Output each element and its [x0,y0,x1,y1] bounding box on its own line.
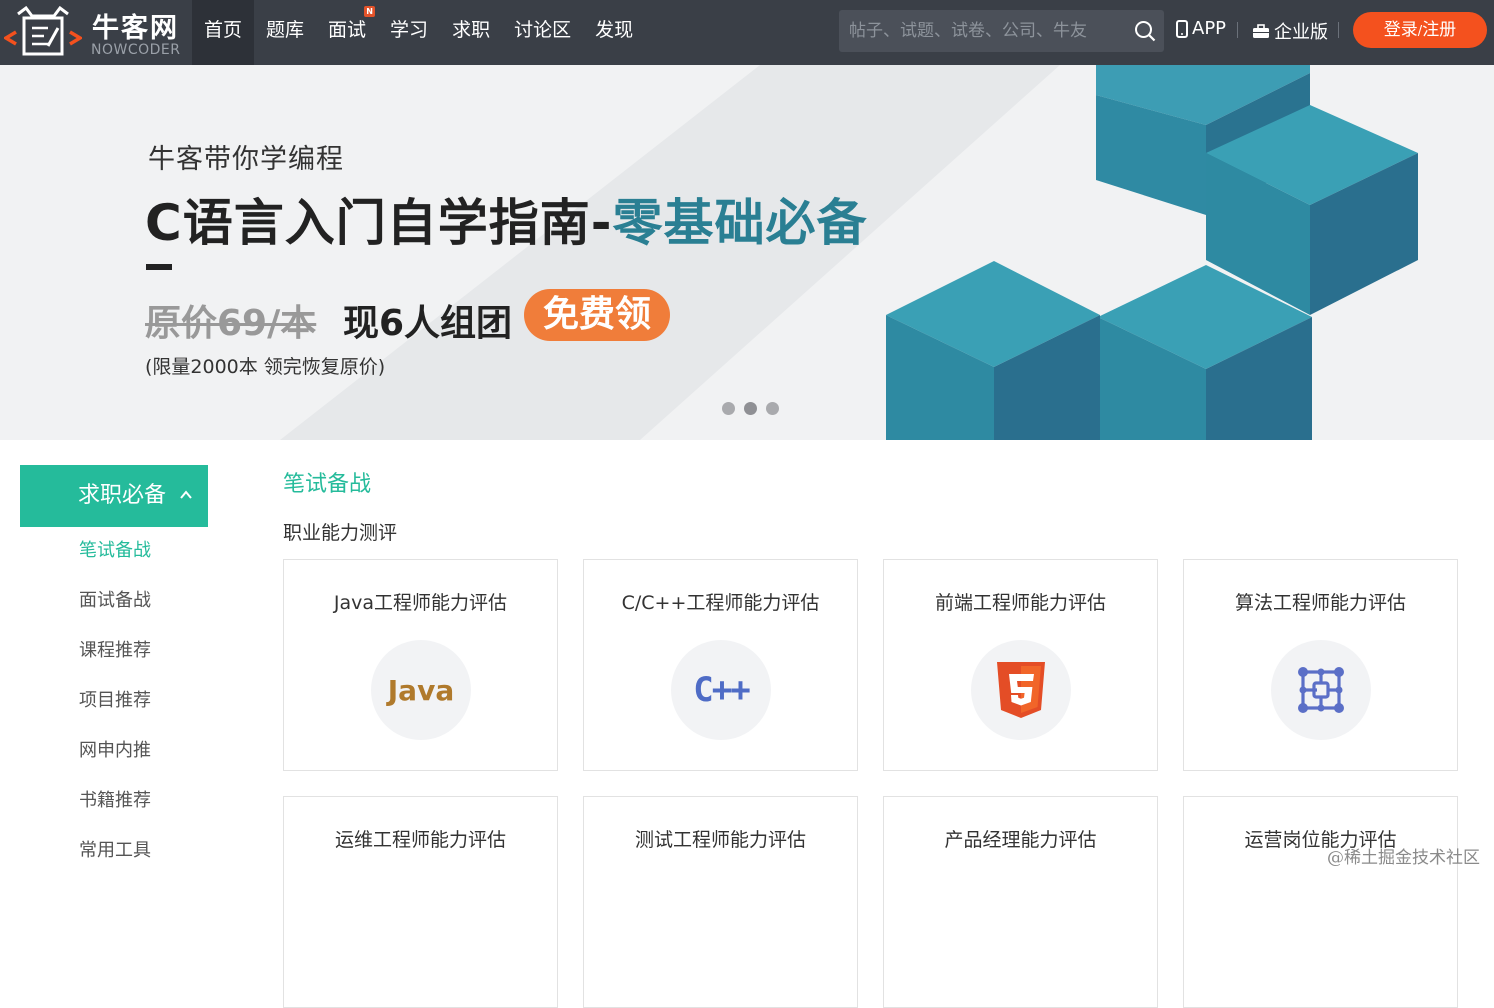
sidebar-item-courses[interactable]: 课程推荐 [79,630,151,680]
java-icon: Java [387,673,455,707]
nav-separator [1237,22,1238,38]
card-icon-circle: Java [371,640,471,740]
nav-item-learn[interactable]: 学习 [378,0,440,65]
top-nav: 牛客网 NOWCODER 首页 题库 面试N 学习 求职 讨论区 发现 APP … [0,0,1494,65]
card-cpp-assessment[interactable]: C/C++工程师能力评估 C++ [583,559,858,771]
main-nav-menu: 首页 题库 面试 N 学习 求职 讨论区 发现 [192,0,645,65]
card-operations-assessment[interactable]: 运营岗位能力评估 [1183,796,1458,1008]
mobile-phone-icon [1176,19,1188,38]
briefcase-icon [1253,23,1269,38]
sidebar-item-referral[interactable]: 网申内推 [79,730,151,780]
card-title: 测试工程师能力评估 [634,829,806,851]
nav-item-home[interactable]: 首页 [192,0,255,65]
sidebar-header-job-essentials[interactable]: 求职必备 [20,465,208,527]
carousel-dots [722,402,779,415]
card-title: C/C++工程师能力评估 [621,592,820,614]
banner-note: (限量2000本 领完恢复原价) [145,356,386,378]
card-icon-circle [1271,640,1371,740]
sidebar-item-books[interactable]: 书籍推荐 [79,780,151,830]
banner-free-button[interactable]: 免费领 [524,289,670,341]
card-icon-circle: C++ [671,640,771,740]
card-qa-assessment[interactable]: 测试工程师能力评估 [583,796,858,1008]
new-badge: N [364,6,376,17]
section-title: 笔试备战 [283,472,372,497]
logo[interactable]: 牛客网 NOWCODER [0,0,192,65]
nowcoder-logo-icon [4,6,82,56]
watermark: @稀土掘金技术社区 [1327,848,1480,868]
brand-name-cn: 牛客网 [92,13,179,44]
brand-name-en: NOWCODER [91,42,181,58]
card-icon-circle [971,640,1071,740]
nav-item-interview[interactable]: 面试 N [316,0,378,65]
banner-old-price: 原价69/本 [145,303,317,344]
card-title: 运维工程师能力评估 [334,829,506,851]
card-java-assessment[interactable]: Java工程师能力评估 Java [283,559,558,771]
html5-icon [997,662,1045,718]
sidebar-item-interview-prep[interactable]: 面试备战 [79,580,151,630]
banner-title: C语言入门自学指南-零基础必备 [145,194,868,252]
algorithm-icon [1298,667,1344,713]
nav-separator [1338,22,1339,38]
login-register-button[interactable]: 登录/注册 [1353,12,1487,48]
carousel-dot-2[interactable] [744,402,757,415]
search-icon[interactable] [1134,20,1156,42]
card-algorithm-assessment[interactable]: 算法工程师能力评估 [1183,559,1458,771]
app-download-link[interactable]: APP [1176,18,1226,39]
card-pm-assessment[interactable]: 产品经理能力评估 [883,796,1158,1008]
chevron-up-icon [180,490,192,499]
cpp-icon: C++ [693,670,750,710]
card-frontend-assessment[interactable]: 前端工程师能力评估 [883,559,1158,771]
sidebar-list: 笔试备战 面试备战 课程推荐 项目推荐 网申内推 书籍推荐 常用工具 [79,530,151,880]
promo-banner[interactable]: 牛客带你学编程 C语言入门自学指南-零基础必备 原价69/本 现6人组团 免费领… [0,65,1494,440]
search-box [839,10,1164,52]
banner-dash [146,264,172,270]
sidebar-item-tools[interactable]: 常用工具 [79,830,151,880]
sidebar-item-written-test[interactable]: 笔试备战 [79,530,151,580]
nav-item-discuss[interactable]: 讨论区 [502,0,583,65]
nav-item-question-bank[interactable]: 题库 [254,0,316,65]
banner-cubes-illustration [886,65,1418,440]
card-ops-assessment[interactable]: 运维工程师能力评估 [283,796,558,1008]
sidebar-item-projects[interactable]: 项目推荐 [79,680,151,730]
nav-item-discover[interactable]: 发现 [583,0,645,65]
card-title: Java工程师能力评估 [333,592,508,614]
card-title: 产品经理能力评估 [944,829,1097,851]
enterprise-link[interactable]: 企业版 [1252,18,1328,44]
card-title: 算法工程师能力评估 [1234,592,1406,614]
banner-group-offer: 现6人组团 [343,303,513,344]
carousel-dot-3[interactable] [766,402,779,415]
search-input[interactable] [839,10,1119,52]
banner-subtitle: 牛客带你学编程 [148,144,344,175]
nav-item-jobs[interactable]: 求职 [440,0,502,65]
card-title: 前端工程师能力评估 [934,592,1106,614]
carousel-dot-1[interactable] [722,402,735,415]
subsection-title: 职业能力测评 [283,522,398,544]
